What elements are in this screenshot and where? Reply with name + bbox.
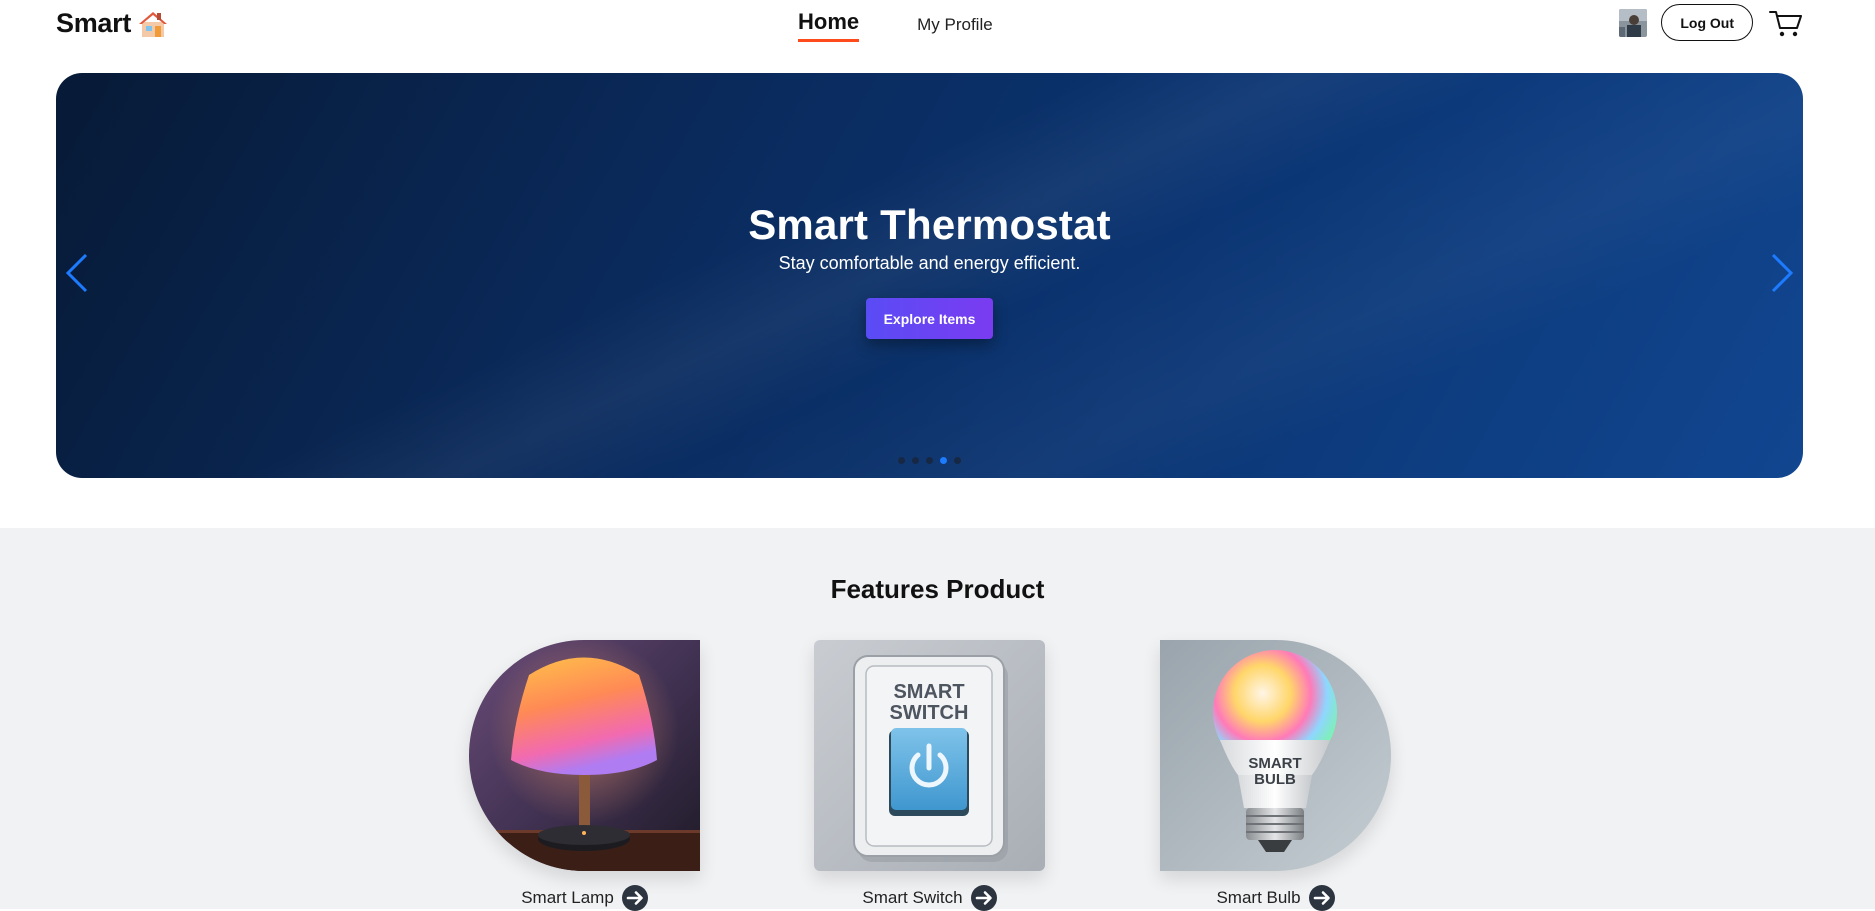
product-card-smart-bulb[interactable]: SMART BULB Smart Bulb xyxy=(1160,640,1391,911)
lamp-icon xyxy=(469,640,700,871)
product-caption[interactable]: Smart Bulb xyxy=(1160,885,1391,911)
switch-label-text: SMART SWITCH xyxy=(890,681,969,724)
nav-link-my-profile[interactable]: My Profile xyxy=(917,15,993,35)
product-name: Smart Lamp xyxy=(521,888,614,907)
house-icon xyxy=(139,11,168,37)
site-logo[interactable]: Smart xyxy=(56,8,169,39)
bulb-icon: SMART BULB xyxy=(1160,640,1391,871)
avatar-image xyxy=(1619,8,1648,37)
hero-content: Smart Thermostat Stay comfortable and en… xyxy=(56,201,1803,339)
arrow-right-circle-icon[interactable] xyxy=(1308,885,1335,911)
carousel-dot-2[interactable] xyxy=(912,457,919,464)
hero-title: Smart Thermostat xyxy=(748,201,1111,248)
hero-subtitle: Stay comfortable and energy efficient. xyxy=(778,253,1081,273)
product-card-smart-switch[interactable]: SMART SWITCH Smart Switch xyxy=(814,640,1045,911)
arrow-right-circle-icon[interactable] xyxy=(970,885,997,911)
navbar: Smart Home My Profile Log Out xyxy=(0,0,1875,48)
nav-actions: Log Out xyxy=(1619,4,1803,41)
switch-icon: SMART SWITCH xyxy=(814,640,1045,871)
carousel-indicators xyxy=(56,457,1803,464)
explore-items-button[interactable]: Explore Items xyxy=(865,298,994,339)
hero-carousel: Smart Thermostat Stay comfortable and en… xyxy=(56,73,1803,478)
bulb-label-text: SMART BULB xyxy=(1248,755,1301,788)
carousel-dot-1[interactable] xyxy=(898,457,905,464)
features-title: Features Product xyxy=(830,574,1045,604)
carousel-dot-5[interactable] xyxy=(954,457,961,464)
product-name: Smart Bulb xyxy=(1216,888,1301,907)
avatar[interactable] xyxy=(1619,8,1648,37)
nav-link-home[interactable]: Home xyxy=(798,9,860,42)
carousel-dot-4[interactable] xyxy=(940,457,947,464)
logout-button[interactable]: Log Out xyxy=(1661,4,1753,41)
main-nav: Home My Profile xyxy=(798,9,993,42)
features-section: Features Product Smart Lamp SMART SWITCH… xyxy=(0,528,1875,911)
product-image[interactable]: SMART BULB xyxy=(1160,640,1391,871)
product-caption[interactable]: Smart Switch xyxy=(814,885,1045,911)
product-image[interactable] xyxy=(469,640,700,871)
product-image[interactable]: SMART SWITCH xyxy=(814,640,1045,871)
product-name: Smart Switch xyxy=(862,888,963,907)
cart-icon[interactable] xyxy=(1769,8,1803,38)
carousel-dot-3[interactable] xyxy=(926,457,933,464)
product-card-smart-lamp[interactable]: Smart Lamp xyxy=(469,640,700,911)
arrow-right-circle-icon[interactable] xyxy=(621,885,648,911)
product-caption[interactable]: Smart Lamp xyxy=(469,885,700,911)
logo-text: Smart xyxy=(56,8,132,38)
